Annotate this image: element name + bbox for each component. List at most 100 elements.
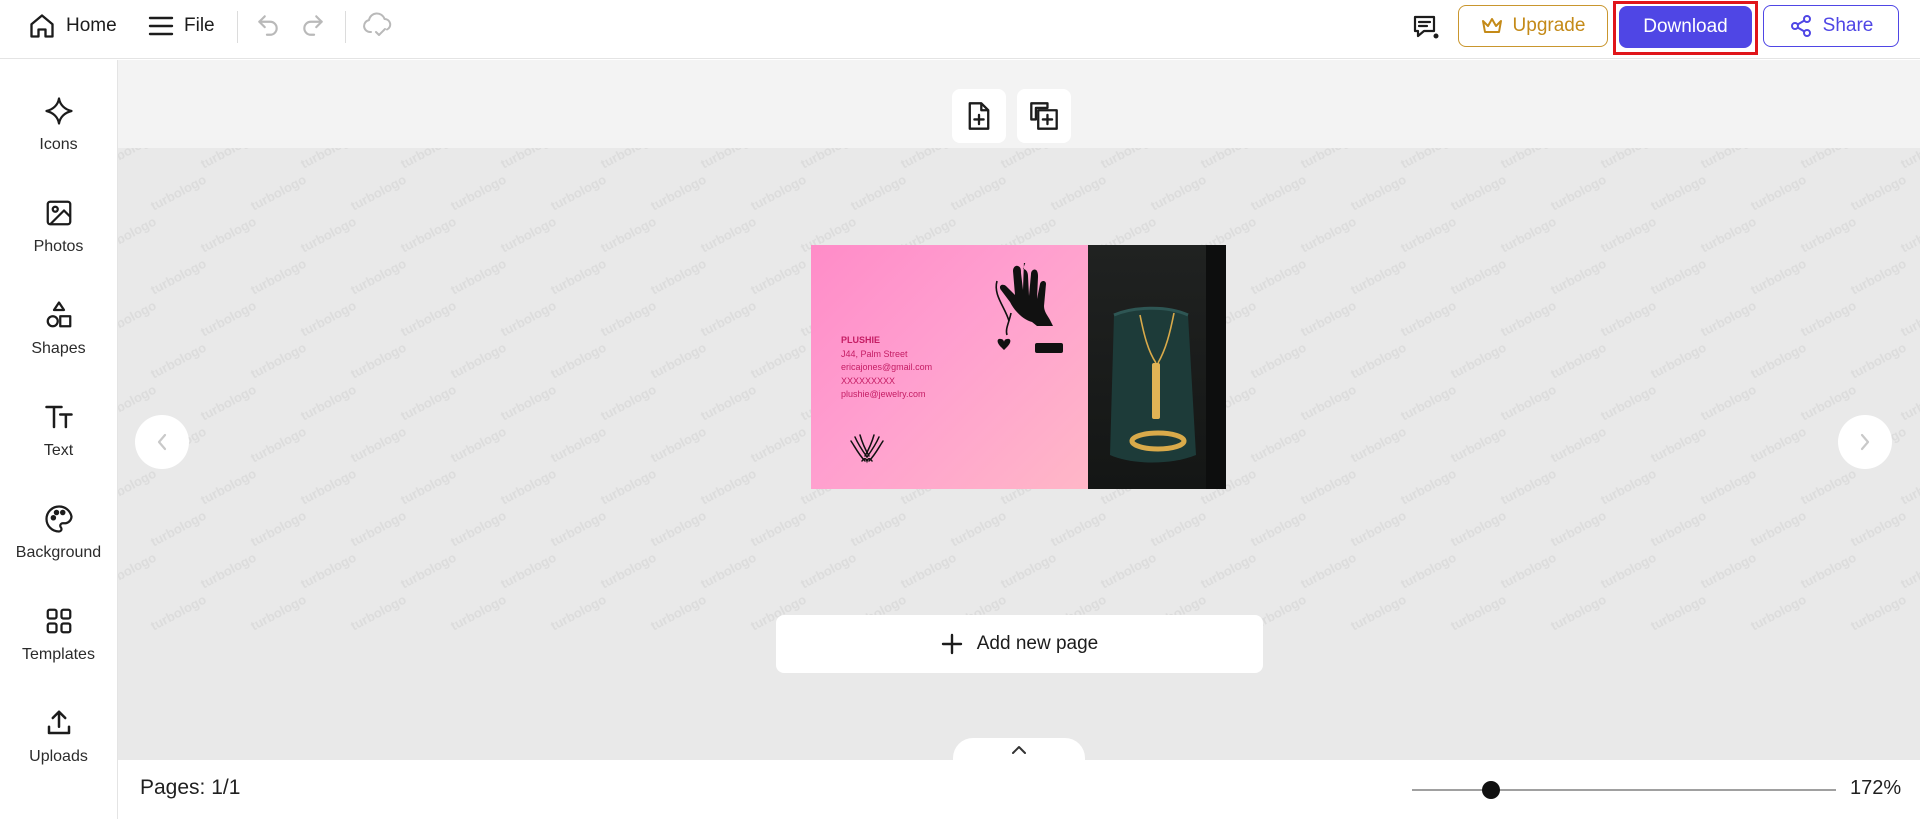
sidebar-item-shapes[interactable]: Shapes [0,300,117,358]
download-label: Download [1643,16,1728,37]
watermark-text: turbologo [1598,465,1659,508]
previous-page-button[interactable] [135,415,189,469]
next-page-button[interactable] [1838,415,1892,469]
watermark-text: turbologo [1648,591,1709,634]
zoom-slider-track[interactable] [1412,789,1836,791]
watermark-text: turbologo [1498,213,1559,256]
watermark-text: turbologo [1848,171,1909,214]
watermark-text: turbologo [798,148,859,172]
watermark-text: turbologo [1298,465,1359,508]
watermark-text: turbologo [1598,297,1659,340]
card-contact-text[interactable]: PLUSHIE J44, Palm Street ericajones@gmai… [841,334,932,402]
watermark-text: turbologo [698,148,759,172]
watermark-text: turbologo [298,297,359,340]
watermark-text: turbologo [698,213,759,256]
watermark-text: turbologo [748,423,809,466]
redo-button[interactable] [300,12,326,38]
share-button[interactable]: Share [1763,5,1899,47]
watermark-text: turbologo [348,591,409,634]
watermark-text: turbologo [1798,213,1859,256]
watermark-text: turbologo [748,339,809,382]
home-button[interactable]: Home [28,11,117,41]
watermark-text: turbologo [1298,549,1359,592]
sidebar-item-background[interactable]: Background [0,504,117,562]
watermark-text: turbologo [848,507,909,550]
watermark-text: turbologo [498,549,559,592]
undo-button[interactable] [255,12,281,38]
watermark-text: turbologo [648,423,709,466]
watermark-text: turbologo [1598,381,1659,424]
watermark-text: turbologo [498,297,559,340]
watermark-text: turbologo [1598,148,1659,172]
sidebar-item-text[interactable]: Text [0,402,117,460]
watermark-text: turbologo [998,549,1059,592]
watermark-text: turbologo [1698,213,1759,256]
watermark-text: turbologo [1748,423,1809,466]
cloud-sync-button[interactable] [362,11,394,39]
watermark-text: turbologo [1748,171,1809,214]
zoom-slider-thumb[interactable] [1482,781,1500,799]
file-menu-button[interactable]: File [148,11,215,41]
feedback-button[interactable] [1411,12,1441,42]
watermark-text: turbologo [548,591,609,634]
sidebar-item-templates[interactable]: Templates [0,606,117,664]
watermark-text: turbologo [398,148,459,172]
design-page-card[interactable]: PLUSHIE J44, Palm Street ericajones@gmai… [811,245,1226,489]
watermark-text: turbologo [348,255,409,298]
watermark-text: turbologo [1598,213,1659,256]
sidebar-item-uploads[interactable]: Uploads [0,708,117,766]
watermark-text: turbologo [1848,507,1909,550]
upgrade-button[interactable]: Upgrade [1458,5,1608,47]
watermark-text: turbologo [1848,591,1909,634]
duplicate-page-button[interactable] [1017,89,1071,143]
text-icon [44,405,73,429]
add-new-page-button[interactable]: Add new page [776,615,1263,673]
watermark-text: turbologo [1048,171,1109,214]
watermark-text: turbologo [1748,339,1809,382]
watermark-text: turbologo [548,339,609,382]
watermark-text: turbologo [598,381,659,424]
watermark-text: turbologo [1648,507,1709,550]
watermark-text: turbologo [248,423,309,466]
page-panel-toggle[interactable] [953,738,1085,760]
zoom-level: 172% [1850,777,1902,799]
watermark-text: turbologo [1298,381,1359,424]
upload-icon [47,710,70,735]
plus-icon [941,633,962,655]
watermark-text: turbologo [1898,213,1920,256]
watermark-text: turbologo [248,591,309,634]
add-page-tool-button[interactable] [952,89,1006,143]
watermark-text: turbologo [1648,423,1709,466]
watermark-text: turbologo [548,507,609,550]
download-button[interactable]: Download [1619,6,1752,48]
sidebar-item-icons[interactable]: Icons [0,96,117,154]
watermark-text: turbologo [148,507,209,550]
sidebar-item-label: Text [43,442,74,459]
watermark-text: turbologo [118,213,159,256]
watermark-text: turbologo [1798,381,1859,424]
watermark-text: turbologo [148,171,209,214]
watermark-text: turbologo [398,465,459,508]
watermark-text: turbologo [1898,549,1920,592]
upgrade-label: Upgrade [1512,15,1586,36]
watermark-text: turbologo [1698,381,1759,424]
watermark-text: turbologo [1448,423,1509,466]
watermark-text: turbologo [948,171,1009,214]
watermark-text: turbologo [998,148,1059,172]
watermark-text: turbologo [1648,339,1709,382]
watermark-text: turbologo [298,549,359,592]
watermark-text: turbologo [198,148,259,172]
watermark-text: turbologo [698,297,759,340]
feedback-icon [1413,15,1439,39]
watermark-text: turbologo [548,171,609,214]
watermark-text: turbologo [1348,171,1409,214]
watermark-text: turbologo [1548,507,1609,550]
watermark-text: turbologo [148,255,209,298]
watermark-text: turbologo [1248,339,1309,382]
sidebar-item-photos[interactable]: Photos [0,198,117,256]
watermark-text: turbologo [1898,148,1920,172]
watermark-text: turbologo [1398,297,1459,340]
watermark-text: turbologo [548,423,609,466]
watermark-text: turbologo [648,339,709,382]
card-website: plushie@jewelry.com [841,389,926,399]
